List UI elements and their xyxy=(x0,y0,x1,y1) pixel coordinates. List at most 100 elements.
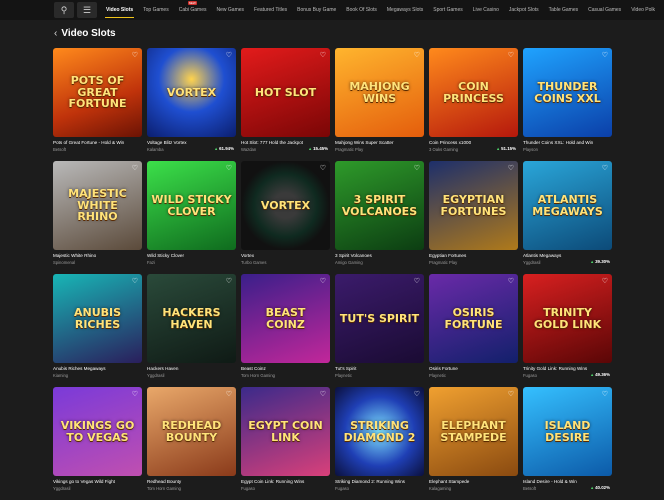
game-provider: Yggdrasil xyxy=(53,486,71,491)
game-logo-art: Majestic White Rhino xyxy=(68,187,127,224)
game-thumbnail[interactable]: Island Desire ♡ xyxy=(523,387,612,476)
heart-icon[interactable]: ♡ xyxy=(226,164,232,172)
tab-video-polk[interactable]: Video Polk xyxy=(626,0,660,20)
game-thumbnail[interactable]: 3 Spirit Volcanoes ♡ xyxy=(335,161,424,250)
heart-icon[interactable]: ♡ xyxy=(508,164,514,172)
game-thumbnail[interactable]: Atlantis Megaways ♡ xyxy=(523,161,612,250)
game-card[interactable]: Egyptian Fortunes ♡ Egyptian Fortunes Pragm… xyxy=(429,161,518,274)
tab-cabi-games[interactable]: Cabi Games NEW xyxy=(174,0,212,20)
game-title: Elephant Stampede xyxy=(429,479,470,484)
tab-book-of-slots[interactable]: Book Of Slots xyxy=(341,0,382,20)
tab-top-games[interactable]: Top Games xyxy=(138,0,174,20)
heart-icon[interactable]: ♡ xyxy=(602,51,608,59)
tab-label: Live Casino xyxy=(472,7,499,13)
heart-icon[interactable]: ♡ xyxy=(414,164,420,172)
game-card[interactable]: Trinity Gold Link ♡ Trinity Gold Link: Run… xyxy=(523,274,612,387)
game-card[interactable]: Atlantis Megaways ♡ Atlantis Megaways Yggdr… xyxy=(523,161,612,274)
game-card[interactable]: Striking Diamond 2 ♡ Striking Diamond 2: R… xyxy=(335,387,424,500)
game-card[interactable]: Vortex ♡ Voltage Blitz Vortex Kalamba ▲61.94… xyxy=(147,48,236,161)
game-thumbnail[interactable]: Anubis Riches ♡ xyxy=(53,274,142,363)
game-card[interactable]: Elephant Stampede ♡ Elephant Stampede Kalag… xyxy=(429,387,518,500)
search-button[interactable]: ⚲ xyxy=(54,2,74,18)
game-thumbnail[interactable]: Majestic White Rhino ♡ xyxy=(53,161,142,250)
game-card[interactable]: Vikings Go to Vegas ♡ Vikings go to Vegas … xyxy=(53,387,142,500)
heart-icon[interactable]: ♡ xyxy=(132,390,138,398)
game-thumbnail[interactable]: Wild Sticky Clover ♡ xyxy=(147,161,236,250)
game-provider: Pragmatic Play xyxy=(429,260,458,265)
tab-label: Book Of Slots xyxy=(346,7,377,13)
game-card[interactable]: Redhead Bounty ♡ Redhead Bounty Tom Horn Ga… xyxy=(147,387,236,500)
tab-casual-games[interactable]: Casual Games xyxy=(583,0,626,20)
game-card[interactable]: Pots of Great Fortune ♡ Pots of Great Fort… xyxy=(53,48,142,161)
heart-icon[interactable]: ♡ xyxy=(132,51,138,59)
game-thumbnail[interactable]: Beast Coinz ♡ xyxy=(241,274,330,363)
heart-icon[interactable]: ♡ xyxy=(226,390,232,398)
heart-icon[interactable]: ♡ xyxy=(508,51,514,59)
game-card[interactable]: Hackers Haven ♡ Hackers Haven Yggdrasil xyxy=(147,274,236,387)
game-card[interactable]: Coin Princess ♡ Coin Princess x1000 3 Oaks … xyxy=(429,48,518,161)
heart-icon[interactable]: ♡ xyxy=(414,390,420,398)
tab-table-games[interactable]: Table Games xyxy=(544,0,583,20)
heart-icon[interactable]: ♡ xyxy=(602,277,608,285)
heart-icon[interactable]: ♡ xyxy=(320,277,326,285)
heart-icon[interactable]: ♡ xyxy=(508,277,514,285)
game-thumbnail[interactable]: Thunder Coins XXL ♡ xyxy=(523,48,612,137)
tab-live-casino[interactable]: Live Casino xyxy=(468,0,504,20)
game-card[interactable]: Mahjong Wins ♡ Mahjong Wins Super Scatter P… xyxy=(335,48,424,161)
game-thumbnail[interactable]: Tut's Spirit ♡ xyxy=(335,274,424,363)
heart-icon[interactable]: ♡ xyxy=(132,164,138,172)
trend-up-icon: ▲ xyxy=(590,372,595,377)
game-card[interactable]: Majestic White Rhino ♡ Majestic White Rhin… xyxy=(53,161,142,274)
chevron-left-icon[interactable]: ‹ xyxy=(54,28,57,39)
game-card[interactable]: Anubis Riches ♡ Anubis Riches Megaways Kiam… xyxy=(53,274,142,387)
heart-icon[interactable]: ♡ xyxy=(226,51,232,59)
game-title: Redhead Bounty xyxy=(147,479,182,484)
filter-icon: ☰ xyxy=(82,4,92,15)
game-thumbnail[interactable]: Hot Slot ♡ xyxy=(241,48,330,137)
game-thumbnail[interactable]: Egypt Coin Link ♡ xyxy=(241,387,330,476)
heart-icon[interactable]: ♡ xyxy=(320,164,326,172)
heart-icon[interactable]: ♡ xyxy=(320,390,326,398)
filter-button[interactable]: ☰ xyxy=(77,2,97,18)
game-card[interactable]: 3 Spirit Volcanoes ♡ 3 Spirit Volcanoes Ami… xyxy=(335,161,424,274)
heart-icon[interactable]: ♡ xyxy=(414,277,420,285)
tab-sport-games[interactable]: Sport Games xyxy=(428,0,467,20)
game-thumbnail[interactable]: Mahjong Wins ♡ xyxy=(335,48,424,137)
game-thumbnail[interactable]: Vortex ♡ xyxy=(241,161,330,250)
game-thumbnail[interactable]: Redhead Bounty ♡ xyxy=(147,387,236,476)
rtp-indicator: ▲15.45% xyxy=(308,146,328,151)
game-card[interactable]: Osiris Fortune ♡ Osiris Fortune Playnetic xyxy=(429,274,518,387)
heart-icon[interactable]: ♡ xyxy=(508,390,514,398)
tab-megaways-slots[interactable]: Megaways Slots xyxy=(382,0,428,20)
tab-bonus-buy-game[interactable]: Bonus Buy Game xyxy=(292,0,341,20)
game-thumbnail[interactable]: Osiris Fortune ♡ xyxy=(429,274,518,363)
tab-featured-titles[interactable]: Featured Titles xyxy=(249,0,292,20)
game-card[interactable]: Beast Coinz ♡ Beast Coinz Tom Horn Gaming xyxy=(241,274,330,387)
tab-video-slots[interactable]: Video Slots xyxy=(101,0,138,20)
heart-icon[interactable]: ♡ xyxy=(602,390,608,398)
tab-jackpot-slots[interactable]: Jackpot Slots xyxy=(504,0,544,20)
heart-icon[interactable]: ♡ xyxy=(320,51,326,59)
game-card[interactable]: Thunder Coins XXL ♡ Thunder Coins XXL: Hol… xyxy=(523,48,612,161)
game-thumbnail[interactable]: Hackers Haven ♡ xyxy=(147,274,236,363)
heart-icon[interactable]: ♡ xyxy=(602,164,608,172)
game-card[interactable]: Wild Sticky Clover ♡ Wild Sticky Clover Faz… xyxy=(147,161,236,274)
game-card[interactable]: Vortex ♡ Vortex Turbo Games xyxy=(241,161,330,274)
game-card[interactable]: Hot Slot ♡ Hot Slot: 777 Hold the Jackpot W… xyxy=(241,48,330,161)
heart-icon[interactable]: ♡ xyxy=(226,277,232,285)
game-thumbnail[interactable]: Striking Diamond 2 ♡ xyxy=(335,387,424,476)
game-provider: Playnetic xyxy=(335,373,352,378)
game-thumbnail[interactable]: Coin Princess ♡ xyxy=(429,48,518,137)
game-card[interactable]: Island Desire ♡ Island Desire - Hold & Win… xyxy=(523,387,612,500)
tab-new-games[interactable]: New Games xyxy=(212,0,250,20)
heart-icon[interactable]: ♡ xyxy=(414,51,420,59)
game-card[interactable]: Tut's Spirit ♡ Tut's Spirit Playnetic xyxy=(335,274,424,387)
game-card[interactable]: Egypt Coin Link ♡ Egypt Coin Link: Running… xyxy=(241,387,330,500)
game-thumbnail[interactable]: Vikings Go to Vegas ♡ xyxy=(53,387,142,476)
game-thumbnail[interactable]: Elephant Stampede ♡ xyxy=(429,387,518,476)
game-thumbnail[interactable]: Vortex ♡ xyxy=(147,48,236,137)
game-thumbnail[interactable]: Egyptian Fortunes ♡ xyxy=(429,161,518,250)
game-thumbnail[interactable]: Trinity Gold Link ♡ xyxy=(523,274,612,363)
heart-icon[interactable]: ♡ xyxy=(132,277,138,285)
game-thumbnail[interactable]: Pots of Great Fortune ♡ xyxy=(53,48,142,137)
